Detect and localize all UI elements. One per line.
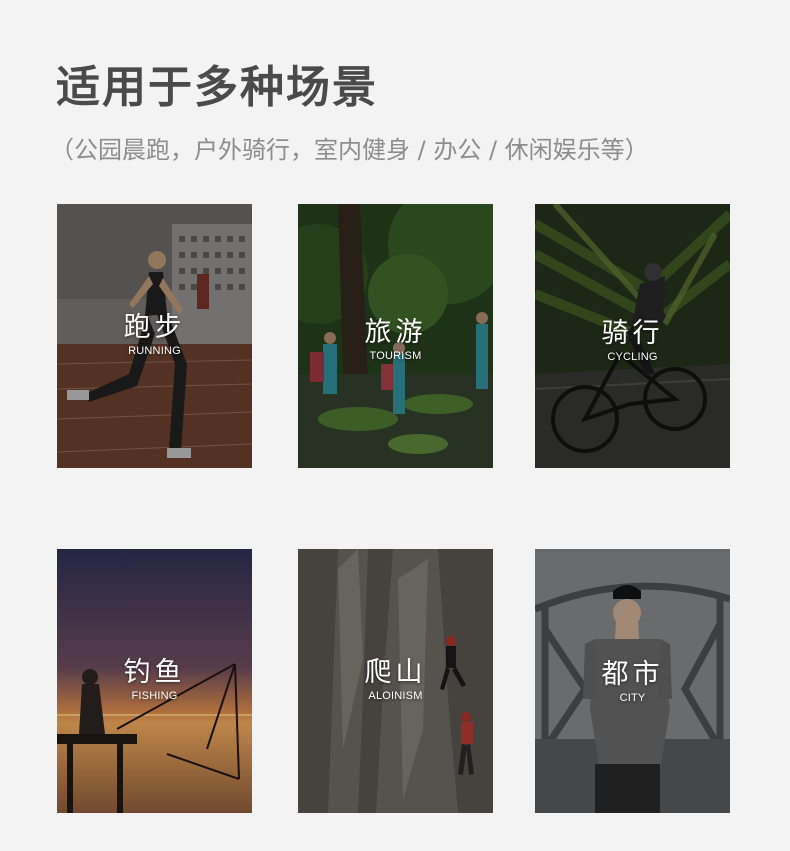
scene-card-aloinism[interactable]: 爬山 ALOINISM: [298, 549, 493, 813]
page-title: 适用于多种场景: [56, 62, 378, 113]
scene-label-fishing: 钓鱼 FISHING: [123, 657, 186, 702]
scene-card-fishing[interactable]: 钓鱼 FISHING: [57, 549, 252, 813]
scene-label-city: 都市 CITY: [601, 659, 664, 704]
scene-card-running[interactable]: 跑步 RUNNING: [57, 204, 252, 468]
scene-card-cycling[interactable]: 骑行 CYCLING: [535, 204, 730, 468]
scene-label-running: 跑步 RUNNING: [123, 312, 186, 357]
scene-card-city[interactable]: 都市 CITY: [535, 549, 730, 813]
scene-label-tourism: 旅游 TOURISM: [364, 317, 427, 362]
page-subtitle: （公园晨跑，户外骑行，室内健身 / 办公 / 休闲娱乐等）: [50, 136, 649, 164]
scene-label-aloinism: 爬山 ALOINISM: [364, 657, 427, 702]
scene-label-cycling: 骑行 CYCLING: [601, 318, 664, 363]
scene-card-tourism[interactable]: 旅游 TOURISM: [298, 204, 493, 468]
